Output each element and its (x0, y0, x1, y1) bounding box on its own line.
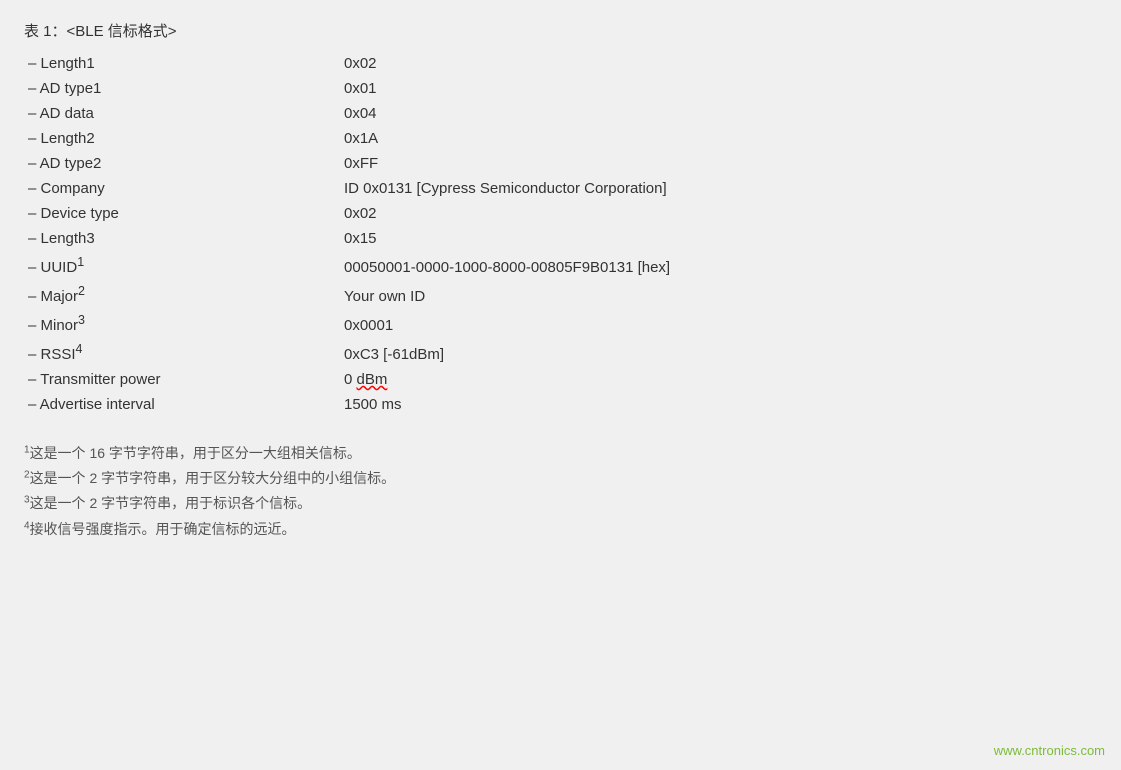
row-value: 0xC3 [-61dBm] (344, 346, 444, 363)
row-label: – Transmitter power (24, 371, 344, 388)
footnote-item: 4接收信号强度指示。用于确定信标的远近。 (24, 517, 1097, 542)
row-label: – AD data (24, 105, 344, 122)
table-row: – UUID100050001-0000-1000-8000-00805F9B0… (24, 251, 1097, 280)
table-row: – Device type0x02 (24, 201, 1097, 226)
row-value: 0x04 (344, 105, 377, 122)
row-label: – AD type1 (24, 80, 344, 97)
row-label: – Major2 (24, 284, 344, 305)
table-row: – AD type10x01 (24, 76, 1097, 101)
watermark: www.cntronics.com (994, 743, 1105, 758)
row-value: 0x01 (344, 80, 377, 97)
row-label: – UUID1 (24, 255, 344, 276)
row-value: 0x02 (344, 205, 377, 222)
row-value: 0x0001 (344, 317, 393, 334)
row-value: Your own ID (344, 288, 425, 305)
row-value: 0x02 (344, 55, 377, 72)
row-value: 0x15 (344, 230, 377, 247)
table-row: – Length30x15 (24, 226, 1097, 251)
table-row: – Transmitter power0 dBm (24, 367, 1097, 392)
table-row: – Length20x1A (24, 126, 1097, 151)
row-label: – RSSI4 (24, 342, 344, 363)
table-row: – Minor30x0001 (24, 309, 1097, 338)
page-container: 表 1：<BLE 信标格式> – Length10x02– AD type10x… (24, 20, 1097, 542)
table-row: – Advertise interval1500 ms (24, 392, 1097, 417)
row-value: 0x1A (344, 130, 378, 147)
row-value: ID 0x0131 [Cypress Semiconductor Corpora… (344, 180, 667, 197)
table-title: 表 1：<BLE 信标格式> (24, 20, 1097, 41)
row-label: – Length1 (24, 55, 344, 72)
row-label: – Length3 (24, 230, 344, 247)
row-label: – Length2 (24, 130, 344, 147)
row-value: 0xFF (344, 155, 378, 172)
footnote-item: 2这是一个 2 字节字符串，用于区分较大分组中的小组信标。 (24, 466, 1097, 491)
table-container: – Length10x02– AD type10x01– AD data0x04… (24, 51, 1097, 417)
table-row: – Major2Your own ID (24, 280, 1097, 309)
row-label: – Device type (24, 205, 344, 222)
row-value: 00050001-0000-1000-8000-00805F9B0131 [he… (344, 259, 670, 276)
footnote-item: 3这是一个 2 字节字符串，用于标识各个信标。 (24, 491, 1097, 516)
row-label: – Minor3 (24, 313, 344, 334)
row-label: – AD type2 (24, 155, 344, 172)
table-row: – RSSI40xC3 [-61dBm] (24, 338, 1097, 367)
footnotes-container: 1这是一个 16 字节字符串，用于区分一大组相关信标。2这是一个 2 字节字符串… (24, 441, 1097, 542)
table-row: – CompanyID 0x0131 [Cypress Semiconducto… (24, 176, 1097, 201)
row-label: – Advertise interval (24, 396, 344, 413)
footnote-item: 1这是一个 16 字节字符串，用于区分一大组相关信标。 (24, 441, 1097, 466)
table-row: – AD type20xFF (24, 151, 1097, 176)
table-row: – AD data0x04 (24, 101, 1097, 126)
table-row: – Length10x02 (24, 51, 1097, 76)
row-value: 1500 ms (344, 396, 402, 413)
row-value: 0 dBm (344, 371, 387, 388)
row-label: – Company (24, 180, 344, 197)
